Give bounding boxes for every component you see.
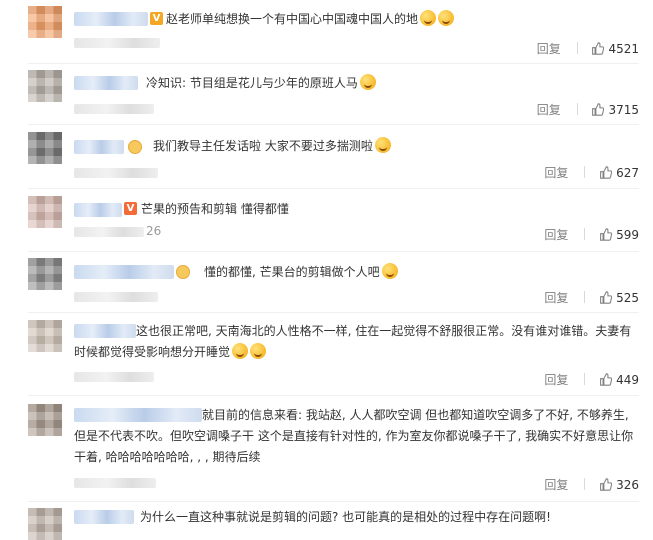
like-button[interactable]: 326 — [599, 478, 639, 492]
like-button[interactable]: 599 — [599, 228, 639, 242]
username[interactable] — [74, 76, 138, 90]
thumbs-up-icon — [600, 166, 613, 179]
avatar[interactable] — [28, 196, 62, 228]
thumbs-up-icon — [592, 42, 605, 55]
comment-text-line: 就目前的信息来看: 我站赵, 人人都吹空调 但也都知道吹空调多了不好, 不够养生… — [202, 408, 629, 422]
comment-text: 芒果的预告和剪辑 懂得都懂 — [141, 202, 289, 216]
cat-face-emoji — [420, 10, 437, 26]
comment-actions: 回复 326 — [544, 476, 639, 493]
avatar[interactable] — [28, 132, 62, 164]
comment-text: 冷知识: 节目组是花儿与少年的原班人马 — [146, 73, 376, 93]
like-count: 449 — [616, 373, 639, 387]
divider — [584, 166, 586, 178]
timestamp — [74, 104, 154, 114]
username[interactable] — [74, 510, 134, 524]
comment-actions: 回复 3715 — [537, 101, 639, 118]
timestamp — [74, 38, 160, 48]
avatar-badge-icon — [128, 140, 142, 154]
divider — [584, 373, 586, 385]
like-count: 525 — [616, 291, 639, 305]
like-count: 4521 — [608, 42, 639, 56]
comment-actions: 回复 4521 — [537, 40, 639, 57]
like-count: 627 — [616, 166, 639, 180]
praying-hands-emoji — [374, 137, 391, 153]
timestamp — [74, 227, 144, 237]
like-button[interactable]: 4521 — [591, 42, 639, 56]
username[interactable] — [74, 140, 124, 154]
verified-badge: V — [124, 202, 137, 215]
timestamp — [74, 292, 158, 302]
timestamp — [74, 478, 156, 488]
cat-face-emoji — [438, 10, 455, 26]
divider — [28, 63, 639, 64]
comment-actions: 回复 449 — [544, 371, 639, 388]
comment-text-line: 时候都觉得受影响想分开睡觉 — [74, 342, 267, 362]
avatar[interactable] — [28, 258, 62, 290]
divider — [28, 395, 639, 396]
comment-text: 为什么一直这种事就说是剪辑的问题? 也可能真的是相处的过程中存在问题啊! — [140, 510, 551, 524]
username[interactable] — [74, 265, 174, 279]
avatar[interactable] — [28, 404, 62, 436]
username[interactable] — [74, 12, 148, 26]
divider — [28, 188, 639, 189]
comment-text: 懂的都懂, 芒果台的剪辑做个人吧 — [204, 262, 398, 282]
smile-emoji — [359, 74, 376, 90]
divider — [584, 228, 586, 240]
reply-button[interactable]: 回复 — [544, 226, 568, 243]
comment-text-line: 但是不代表不吹。但吹空调嗓子干 这个是直接有针对性的, 作为室友你都说嗓子干了,… — [74, 429, 634, 443]
comment-actions: 回复 599 — [544, 226, 639, 243]
avatar[interactable] — [28, 6, 62, 38]
divider — [28, 124, 639, 125]
avatar-badge-icon — [176, 265, 190, 279]
timestamp — [74, 372, 154, 382]
like-button[interactable]: 627 — [599, 166, 639, 180]
laughing-emoji — [232, 343, 249, 359]
thumbs-up-icon — [600, 373, 613, 386]
divider — [576, 103, 578, 115]
avatar[interactable] — [28, 70, 62, 102]
comment-text-line: 干着, 哈哈哈哈哈哈哈, , , 期待后续 — [74, 450, 261, 464]
reply-button[interactable]: 回复 — [537, 101, 561, 118]
like-count: 599 — [616, 228, 639, 242]
divider — [584, 291, 586, 303]
thumbs-up-icon — [600, 478, 613, 491]
comment-actions: 回复 525 — [544, 289, 639, 306]
comment-text-line: 这也很正常吧, 天南海北的人性格不一样, 住在一起觉得不舒服很正常。没有谁对谁错… — [136, 324, 632, 338]
divider — [28, 501, 639, 502]
reply-button[interactable]: 回复 — [544, 164, 568, 181]
timestamp-partial: 26 — [146, 224, 162, 238]
divider — [584, 478, 586, 490]
comment-actions: 回复 627 — [544, 164, 639, 181]
avatar[interactable] — [28, 508, 62, 540]
thumbs-up-icon — [600, 228, 613, 241]
like-count: 326 — [616, 478, 639, 492]
divider — [576, 42, 578, 54]
laughing-emoji — [250, 343, 267, 359]
cool-emoji — [381, 263, 398, 279]
like-button[interactable]: 449 — [599, 373, 639, 387]
timestamp — [74, 168, 158, 178]
avatar[interactable] — [28, 320, 62, 352]
username[interactable] — [74, 324, 136, 338]
thumbs-up-icon — [592, 103, 605, 116]
username[interactable] — [74, 408, 202, 422]
reply-button[interactable]: 回复 — [544, 476, 568, 493]
divider — [28, 312, 639, 313]
reply-button[interactable]: 回复 — [544, 371, 568, 388]
like-count: 3715 — [608, 103, 639, 117]
divider — [28, 251, 639, 252]
comment-text: 我们教导主任发话啦 大家不要过多揣测啦 — [153, 136, 391, 156]
reply-button[interactable]: 回复 — [537, 40, 561, 57]
like-button[interactable]: 525 — [599, 291, 639, 305]
reply-button[interactable]: 回复 — [544, 289, 568, 306]
like-button[interactable]: 3715 — [591, 103, 639, 117]
verified-badge: V — [150, 12, 163, 25]
comment-text: 赵老师单纯想换一个有中国心中国魂中国人的地 — [166, 9, 455, 29]
thumbs-up-icon — [600, 291, 613, 304]
username[interactable] — [74, 203, 122, 217]
